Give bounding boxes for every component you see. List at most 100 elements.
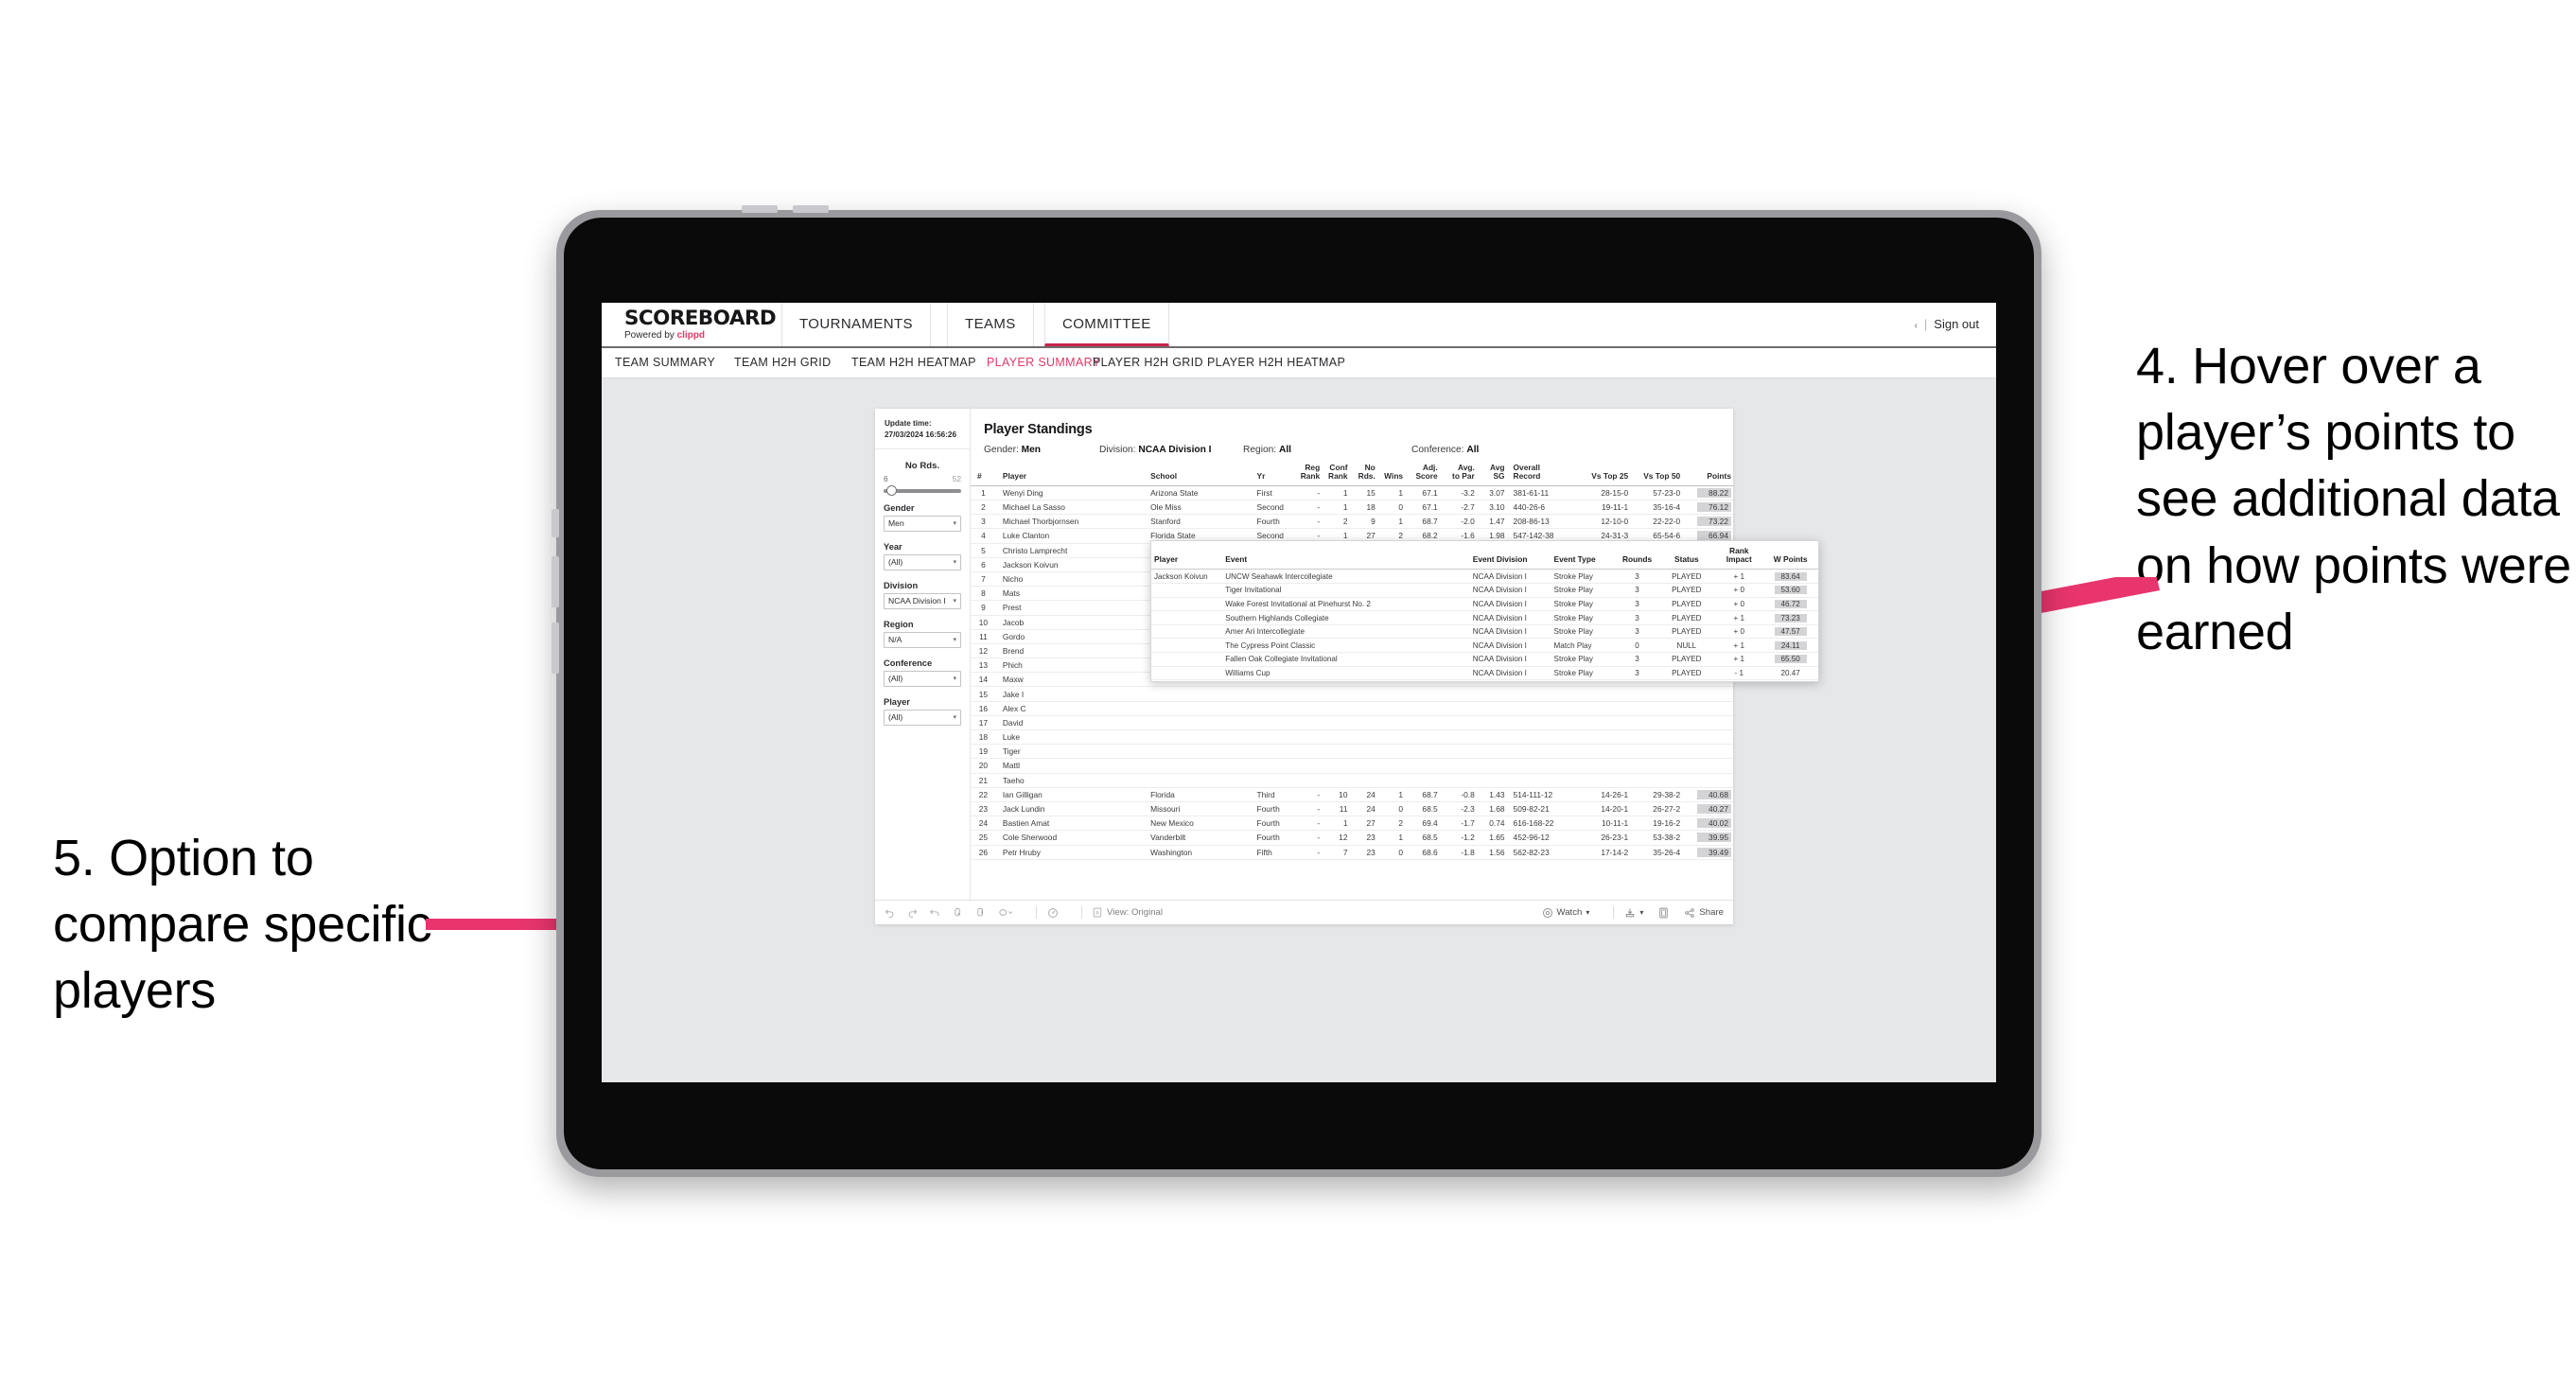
slider-handle[interactable] — [885, 484, 897, 496]
table-row[interactable]: 25 Cole Sherwood Vanderbilt Fourth -12 23 1 68.… — [971, 830, 1733, 846]
subtab-player-h2h-heatmap[interactable]: PLAYER H2H HEATMAP — [1207, 348, 1345, 377]
table-cell: 19-16-2 — [1630, 816, 1683, 832]
tooltip-cell: 3 — [1616, 569, 1658, 585]
column-header[interactable]: # — [971, 461, 996, 486]
tablet-side-button-3 — [552, 623, 559, 674]
table-cell — [1506, 758, 1579, 774]
table-cell — [1439, 715, 1477, 731]
table-row[interactable]: 2 Michael La Sasso Ole Miss Second -1 18 0 67.1… — [971, 500, 1733, 516]
table-cell — [1476, 773, 1507, 788]
table-cell — [1144, 686, 1251, 702]
dashboard-icon[interactable] — [1047, 907, 1059, 919]
revert-icon[interactable] — [930, 907, 940, 918]
nav-tab-tournaments[interactable]: TOURNAMENTS — [781, 303, 931, 346]
no-rounds-slider[interactable]: No Rds. 6 52 — [875, 449, 970, 496]
filter-division-select[interactable]: NCAA Division I ▾ — [884, 592, 961, 609]
column-header[interactable]: Adj. Score — [1405, 461, 1440, 486]
column-header[interactable]: Vs Top 25 — [1578, 461, 1631, 486]
table-cell — [1630, 773, 1683, 788]
column-header[interactable]: School — [1144, 461, 1251, 486]
table-row[interactable]: 20 Mattl — [971, 758, 1733, 774]
divider: | — [1923, 317, 1928, 331]
table-cell: 24 — [1349, 787, 1377, 802]
redo-icon[interactable] — [907, 907, 918, 918]
tooltip-cell: SEC Match Play hosted by Jerry Pate — [1222, 679, 1470, 681]
highlight-icon[interactable] — [998, 907, 1013, 918]
viz-toolbar: A View: Original Watch ▾ ▾ Share — [875, 900, 1733, 924]
watch-button[interactable]: Watch ▾ — [1542, 907, 1589, 919]
column-header[interactable]: Reg Rank — [1293, 461, 1323, 486]
table-cell — [1439, 729, 1477, 746]
pause-icon[interactable] — [975, 907, 986, 918]
tooltip-cell: NCAA Division I — [1469, 583, 1551, 598]
table-row[interactable]: 19 Tiger — [971, 744, 1733, 760]
table-cell: 4 — [971, 528, 996, 544]
table-row[interactable]: 3 Michael Thorbjornsen Stanford Fourth -2 9 1 6… — [971, 514, 1733, 530]
table-cell: 10 — [1322, 787, 1350, 802]
update-time-label: Update time: — [885, 419, 932, 428]
column-header[interactable]: Overall Record — [1506, 461, 1579, 486]
undo-icon[interactable] — [885, 907, 895, 918]
filter-conference-select[interactable]: (All) ▾ — [884, 670, 961, 687]
table-row[interactable]: 24 Bastien Amat New Mexico Fourth -1 27 2 69.4-… — [971, 816, 1733, 832]
tooltip-row: Williams Cup NCAA Division I Stroke Play 3 P… — [1151, 666, 1818, 681]
table-cell: 21 — [971, 773, 996, 788]
table-row[interactable]: 21 Taeho — [971, 773, 1733, 788]
chevron-down-icon: ▾ — [953, 637, 956, 644]
filter-player-select[interactable]: (All) ▾ — [884, 709, 961, 726]
subtab-player-summary[interactable]: PLAYER SUMMARY — [987, 348, 1100, 377]
toolbar-divider-2 — [1081, 906, 1082, 919]
table-cell: 1 — [1322, 500, 1350, 516]
column-header[interactable]: No Rds. — [1349, 461, 1377, 486]
table-row[interactable]: 18 Luke — [971, 729, 1733, 746]
nav-tab-committee[interactable]: COMMITTEE — [1044, 303, 1169, 346]
table-cell: 440-26-6 — [1506, 500, 1579, 516]
filter-year-select[interactable]: (All) ▾ — [884, 553, 961, 570]
table-cell: Ian Gilligan — [995, 787, 1145, 802]
subtab-team-h2h-grid[interactable]: TEAM H2H GRID — [734, 348, 831, 377]
filter-region-select[interactable]: N/A ▾ — [884, 631, 961, 648]
column-header[interactable]: Vs Top 50 — [1630, 461, 1683, 486]
column-header[interactable]: Wins — [1376, 461, 1406, 486]
table-cell: 9 — [1349, 514, 1377, 530]
standings-table-wrap[interactable]: # Player School Yr Reg Rank Conf Rank No Rds. Wins… — [971, 461, 1733, 924]
column-header[interactable]: Avg SG — [1476, 461, 1507, 486]
filter-gender-value: Men — [888, 518, 904, 529]
column-header[interactable]: Yr — [1250, 461, 1294, 486]
table-row[interactable]: 15 Jake I — [971, 686, 1733, 702]
subtab-team-h2h-heatmap[interactable]: TEAM H2H HEATMAP — [851, 348, 976, 377]
table-cell: 2 — [1376, 816, 1406, 832]
table-cell — [1476, 744, 1507, 760]
subtab-player-h2h-grid[interactable]: PLAYER H2H GRID — [1093, 348, 1203, 377]
refresh-icon[interactable] — [953, 907, 963, 918]
device-preview-button[interactable] — [1658, 907, 1669, 919]
share-button[interactable]: Share — [1684, 907, 1724, 919]
table-row[interactable]: 1 Wenyi Ding Arizona State First -1 15 1 67.1 -3… — [971, 485, 1733, 501]
column-header[interactable]: Player — [995, 461, 1145, 486]
table-cell: 1 — [1376, 830, 1406, 846]
signout-area[interactable]: ‹ | Sign out — [1915, 303, 1979, 346]
download-button[interactable]: ▾ — [1624, 907, 1643, 919]
column-header[interactable]: Points — [1682, 461, 1733, 486]
table-row[interactable]: 22 Ian Gilligan Florida Third -10 24 1 68.7 -0.8… — [971, 787, 1733, 802]
column-header[interactable]: Conf Rank — [1322, 461, 1350, 486]
table-row[interactable]: 17 David — [971, 715, 1733, 731]
tooltip-cell: Stroke Play — [1551, 569, 1617, 585]
table-cell: 18 — [1349, 500, 1377, 516]
table-cell: 1 — [971, 485, 996, 501]
table-cell — [1250, 758, 1294, 774]
brand-logo[interactable]: SCOREBOARD Powered by clippd — [624, 308, 777, 341]
subtab-team-summary[interactable]: TEAM SUMMARY — [615, 348, 715, 377]
tooltip-cell: 73.23 — [1762, 610, 1818, 625]
table-cell: Petr Hruby — [995, 845, 1145, 860]
slider-track[interactable] — [884, 484, 961, 496]
table-cell: 88.22 — [1682, 485, 1733, 501]
filter-gender-select[interactable]: Men ▾ — [884, 515, 961, 532]
column-header[interactable]: Avg. to Par — [1439, 461, 1477, 486]
table-row[interactable]: 23 Jack Lundin Missouri Fourth -11 24 0 68.5 -2.… — [971, 801, 1733, 817]
nav-tab-teams[interactable]: TEAMS — [947, 303, 1034, 346]
table-cell: 208-86-13 — [1506, 514, 1579, 530]
table-row[interactable]: 26 Petr Hruby Washington Fifth -7 23 0 68.6 -1.8… — [971, 845, 1733, 860]
table-row[interactable]: 16 Alex C — [971, 701, 1733, 716]
view-original-button[interactable]: A View: Original — [1093, 907, 1163, 918]
